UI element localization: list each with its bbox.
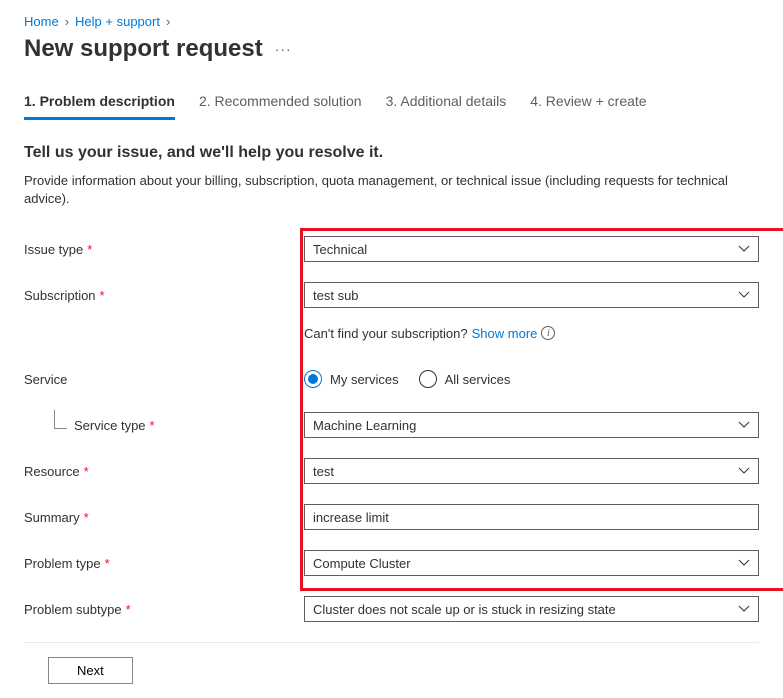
breadcrumb-help-support[interactable]: Help + support [75,14,160,29]
service-type-value: Machine Learning [313,418,416,433]
chevron-down-icon [738,289,750,301]
problem-type-label: Problem type* [24,556,304,571]
radio-my-services[interactable]: My services [304,370,399,388]
summary-label: Summary* [24,510,304,525]
problem-type-value: Compute Cluster [313,556,411,571]
chevron-right-icon: › [65,14,69,29]
chevron-down-icon [738,557,750,569]
radio-all-services[interactable]: All services [419,370,511,388]
chevron-right-icon: › [166,14,170,29]
breadcrumb-home[interactable]: Home [24,14,59,29]
more-actions-button[interactable]: ··· [275,41,292,57]
resource-value: test [313,464,334,479]
service-radio-group: My services All services [304,370,759,388]
problem-type-select[interactable]: Compute Cluster [304,550,759,576]
radio-label: All services [445,372,511,387]
tab-additional-details[interactable]: 3. Additional details [386,93,507,120]
service-type-select[interactable]: Machine Learning [304,412,759,438]
problem-subtype-label: Problem subtype* [24,602,304,617]
breadcrumb: Home › Help + support › [24,14,759,29]
section-description: Provide information about your billing, … [24,172,759,208]
subscription-select[interactable]: test sub [304,282,759,308]
summary-input[interactable]: increase limit [304,504,759,530]
summary-value: increase limit [313,510,389,525]
issue-type-select[interactable]: Technical [304,236,759,262]
subscription-value: test sub [313,288,359,303]
problem-subtype-value: Cluster does not scale up or is stuck in… [313,602,616,617]
tab-problem-description[interactable]: 1. Problem description [24,93,175,120]
tab-review-create[interactable]: 4. Review + create [530,93,646,120]
bottom-bar: Next [24,642,759,684]
info-icon[interactable]: i [541,326,555,340]
radio-icon [419,370,437,388]
section-subtitle: Tell us your issue, and we'll help you r… [24,144,759,162]
chevron-down-icon [738,603,750,615]
radio-icon [304,370,322,388]
issue-type-label: Issue type* [24,242,304,257]
subscription-hint: Can't find your subscription? Show more … [304,326,759,341]
problem-subtype-select[interactable]: Cluster does not scale up or is stuck in… [304,596,759,622]
chevron-down-icon [738,419,750,431]
chevron-down-icon [738,465,750,477]
resource-select[interactable]: test [304,458,759,484]
subscription-label: Subscription* [24,288,304,303]
tab-recommended-solution[interactable]: 2. Recommended solution [199,93,362,120]
next-button[interactable]: Next [48,657,133,684]
show-more-link[interactable]: Show more [472,326,538,341]
issue-type-value: Technical [313,242,367,257]
radio-label: My services [330,372,399,387]
chevron-down-icon [738,243,750,255]
tabs: 1. Problem description 2. Recommended so… [24,93,759,120]
page-title: New support request [24,35,263,63]
resource-label: Resource* [24,464,304,479]
service-label: Service [24,372,304,387]
service-type-label: Service type* [24,418,304,433]
